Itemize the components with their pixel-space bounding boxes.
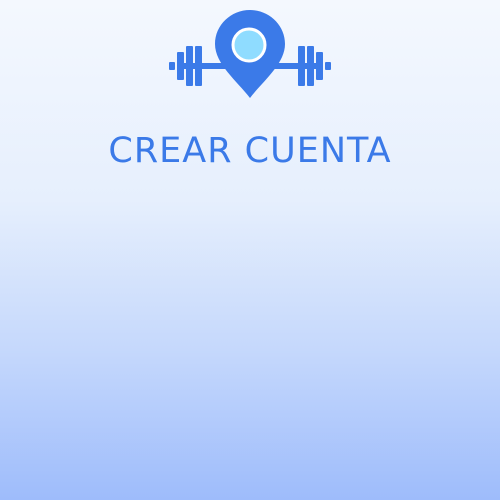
page-title: CREAR CUENTA bbox=[108, 131, 392, 171]
create-account-screen: CREAR CUENTA bbox=[0, 0, 500, 500]
dumbbell-location-pin-icon bbox=[165, 8, 335, 102]
